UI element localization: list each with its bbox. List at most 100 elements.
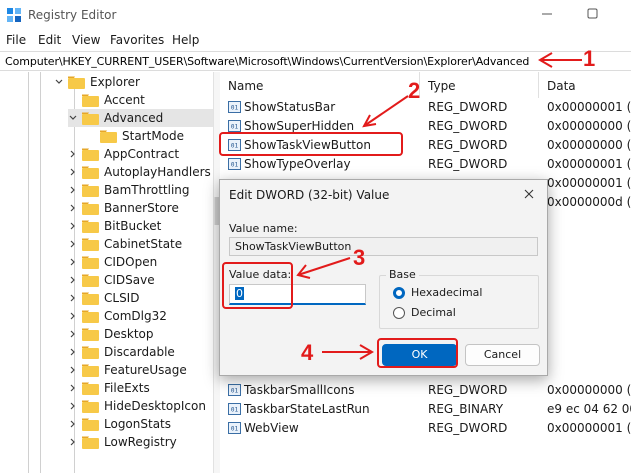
tree-item[interactable]: LogonStats <box>68 415 171 433</box>
folder-icon <box>100 130 117 143</box>
value-row[interactable]: 01 TaskbarSmallIcons REG_DWORD 0x00000000 (… <box>220 381 631 400</box>
tree-item[interactable]: LowRegistry <box>68 433 177 451</box>
menu-favorites[interactable]: Favorites <box>110 33 164 47</box>
tree-item-label: Advanced <box>104 111 164 125</box>
value-name: TaskbarStateLastRun <box>244 402 370 416</box>
maximize-icon[interactable] <box>584 6 602 22</box>
tree-item-label: ComDlg32 <box>104 309 167 323</box>
chevron-right-icon[interactable] <box>68 275 78 285</box>
chevron-right-icon[interactable] <box>68 185 78 195</box>
address-bar[interactable]: Computer\HKEY_CURRENT_USER\Software\Micr… <box>0 51 631 71</box>
menu-bar: File Edit View Favorites Help <box>0 30 631 50</box>
svg-text:01: 01 <box>231 162 239 169</box>
tree-item[interactable]: HideDesktopIcon <box>68 397 206 415</box>
folder-open-icon <box>82 112 99 125</box>
tree-item[interactable]: Discardable <box>68 343 175 361</box>
chevron-right-icon[interactable] <box>68 383 78 393</box>
chevron-right-icon[interactable] <box>68 347 78 357</box>
tree-item[interactable]: AppContract <box>68 145 179 163</box>
chevron-right-icon[interactable] <box>68 329 78 339</box>
dialog-title: Edit DWORD (32-bit) Value <box>229 188 390 202</box>
tree-item[interactable]: FileExts <box>68 379 150 397</box>
tree-item[interactable]: BannerStore <box>68 199 179 217</box>
tree-item[interactable]: CLSID <box>68 289 139 307</box>
chevron-right-icon[interactable] <box>68 293 78 303</box>
chevron-right-icon[interactable] <box>68 311 78 321</box>
tree-item[interactable]: Desktop <box>68 325 154 343</box>
folder-icon <box>82 256 99 269</box>
folder-icon <box>82 310 99 323</box>
tree-item-label: CabinetState <box>104 237 183 251</box>
chevron-right-icon[interactable] <box>68 221 78 231</box>
tree-item-label: FeatureUsage <box>104 363 187 377</box>
menu-edit[interactable]: Edit <box>38 33 61 47</box>
chevron-right-icon[interactable] <box>68 419 78 429</box>
close-icon[interactable] <box>518 185 540 203</box>
svg-text:01: 01 <box>231 388 239 395</box>
tree-item[interactable]: CIDSave <box>68 271 155 289</box>
value-data: 0x0000000d (13) <box>547 195 631 209</box>
tree-item-label: CIDSave <box>104 273 155 287</box>
tree-item[interactable]: AutoplayHandlers <box>68 163 211 181</box>
tree-guide-line <box>40 72 41 473</box>
svg-text:01: 01 <box>231 426 239 433</box>
step-1-label: 1 <box>583 46 596 71</box>
folder-icon <box>82 148 99 161</box>
chevron-right-icon[interactable] <box>68 437 78 447</box>
radio-decimal[interactable] <box>393 307 405 319</box>
tree-item-label: Explorer <box>90 75 140 89</box>
value-row[interactable]: 01 TaskbarStateLastRun REG_BINARY e9 ec 04 … <box>220 400 631 419</box>
tree-item-advanced[interactable]: Advanced <box>68 109 213 127</box>
tree-item[interactable]: ComDlg32 <box>68 307 167 325</box>
tree-item-explorer[interactable]: Explorer <box>54 73 140 91</box>
minimize-icon[interactable] <box>538 6 556 22</box>
window-title: Registry Editor <box>28 8 117 22</box>
chevron-right-icon[interactable] <box>68 257 78 267</box>
radio-hexadecimal[interactable] <box>393 287 405 299</box>
folder-icon <box>82 94 99 107</box>
dword-value-icon: 01 <box>228 158 241 170</box>
value-type: REG_BINARY <box>428 402 504 416</box>
value-row[interactable]: 01 ShowTypeOverlay REG_DWORD 0x00000001 (1) <box>220 155 631 174</box>
step-3-label: 3 <box>353 245 366 270</box>
chevron-right-icon[interactable] <box>68 401 78 411</box>
value-row[interactable]: 01 WebView REG_DWORD 0x00000001 (1) <box>220 419 631 438</box>
value-row[interactable]: 01 ShowStatusBar REG_DWORD 0x00000001 (1) <box>220 98 631 117</box>
address-path[interactable]: Computer\HKEY_CURRENT_USER\Software\Micr… <box>5 55 529 68</box>
column-name[interactable]: Name <box>220 72 420 98</box>
chevron-down-icon[interactable] <box>54 77 64 87</box>
chevron-right-icon[interactable] <box>68 149 78 159</box>
step-2-label: 2 <box>408 78 421 103</box>
tree-item[interactable]: BamThrottling <box>68 181 190 199</box>
menu-view[interactable]: View <box>72 33 100 47</box>
dword-value-icon: 01 <box>228 101 241 113</box>
folder-icon <box>82 436 99 449</box>
column-data[interactable]: Data <box>539 72 631 98</box>
chevron-right-icon[interactable] <box>68 203 78 213</box>
menu-help[interactable]: Help <box>172 33 199 47</box>
tree-item[interactable]: BitBucket <box>68 217 161 235</box>
tree-item-label: CLSID <box>104 291 140 305</box>
tree-item[interactable]: CIDOpen <box>68 253 157 271</box>
cancel-button[interactable]: Cancel <box>465 344 540 366</box>
chevron-right-icon[interactable] <box>68 239 78 249</box>
value-type: REG_DWORD <box>428 157 508 171</box>
key-tree[interactable]: Explorer Accent Advanced StartMode AppCo… <box>0 72 214 473</box>
tree-item[interactable]: CabinetState <box>68 235 182 253</box>
folder-icon <box>82 328 99 341</box>
dword-value-icon: 01 <box>228 120 241 132</box>
chevron-right-icon[interactable] <box>68 167 78 177</box>
tree-item-label: Discardable <box>104 345 175 359</box>
column-type[interactable]: Type <box>420 72 539 98</box>
radio-hexadecimal-label[interactable]: Hexadecimal <box>411 286 482 299</box>
tree-item-startmode[interactable]: StartMode <box>100 127 184 145</box>
radio-decimal-label[interactable]: Decimal <box>411 306 456 319</box>
tree-item[interactable]: FeatureUsage <box>68 361 187 379</box>
folder-icon <box>82 202 99 215</box>
folder-icon <box>82 400 99 413</box>
menu-file[interactable]: File <box>6 33 26 47</box>
chevron-right-icon[interactable] <box>68 365 78 375</box>
tree-item-label: BitBucket <box>104 219 162 233</box>
chevron-down-icon[interactable] <box>68 113 78 123</box>
tree-item-accent[interactable]: Accent <box>82 91 145 109</box>
